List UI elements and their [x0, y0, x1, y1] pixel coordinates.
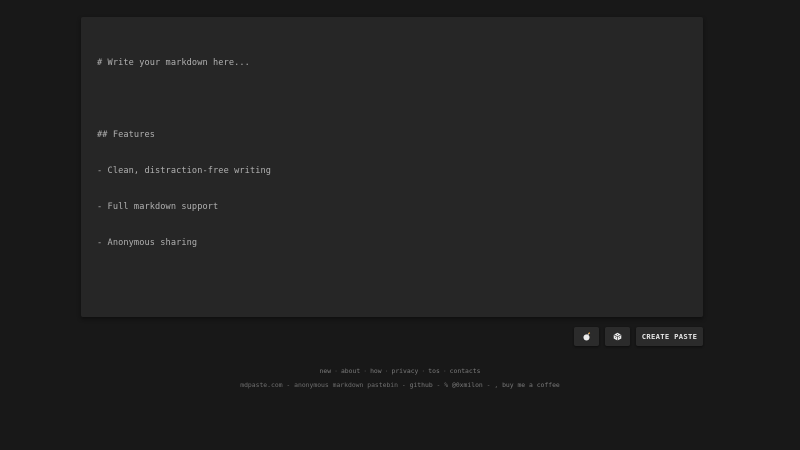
buy-coffee-link[interactable]: buy me a coffee: [502, 381, 560, 389]
editor-content[interactable]: # Write your markdown here... ## Feature…: [97, 33, 687, 273]
footer-link-new[interactable]: new: [320, 367, 332, 375]
site-tagline: anonymous markdown pastebin: [294, 381, 399, 389]
footer-link-contacts[interactable]: contacts: [450, 367, 481, 375]
theme-toggle-button[interactable]: [574, 327, 599, 346]
footer-link-about[interactable]: about: [341, 367, 360, 375]
editor-line: - Clean, distraction-free writing: [97, 166, 272, 176]
coffee-prefix: ,: [494, 381, 499, 389]
handle-prefix: %: [444, 381, 449, 389]
editor-line: # Write your markdown here...: [97, 58, 250, 68]
footer-dash: -: [401, 381, 406, 389]
author-handle-link[interactable]: @0xmilon: [452, 381, 483, 389]
site-name: mdpaste.com: [240, 381, 283, 389]
editor-line: - Anonymous sharing: [97, 238, 198, 248]
dice-icon: [613, 332, 622, 341]
footer-link-tos[interactable]: tos: [428, 367, 440, 375]
random-button[interactable]: [605, 327, 630, 346]
footer-separator: ·: [363, 367, 368, 375]
footer-dash: -: [286, 381, 291, 389]
create-paste-button[interactable]: CREATE PASTE: [636, 327, 703, 346]
footer-nav: new · about · how · privacy · tos · contacts: [0, 367, 800, 375]
footer-dash: -: [486, 381, 491, 389]
footer-separator: ·: [334, 367, 338, 375]
bomb-icon: [582, 332, 591, 341]
footer-link-privacy[interactable]: privacy: [391, 367, 418, 375]
page: # Write your markdown here... ## Feature…: [0, 0, 800, 450]
footer-dash: -: [436, 381, 441, 389]
footer-meta: mdpaste.com - anonymous markdown pastebi…: [0, 381, 800, 389]
footer-link-how[interactable]: how: [370, 367, 382, 375]
footer-separator: ·: [442, 367, 447, 375]
markdown-editor[interactable]: # Write your markdown here... ## Feature…: [81, 17, 703, 317]
github-link[interactable]: github: [410, 381, 433, 389]
footer-separator: ·: [384, 367, 389, 375]
editor-line: ## Features: [97, 130, 156, 140]
editor-actions: CREATE PASTE: [574, 327, 703, 346]
editor-line: - Full markdown support: [97, 202, 219, 212]
footer-separator: ·: [421, 367, 426, 375]
